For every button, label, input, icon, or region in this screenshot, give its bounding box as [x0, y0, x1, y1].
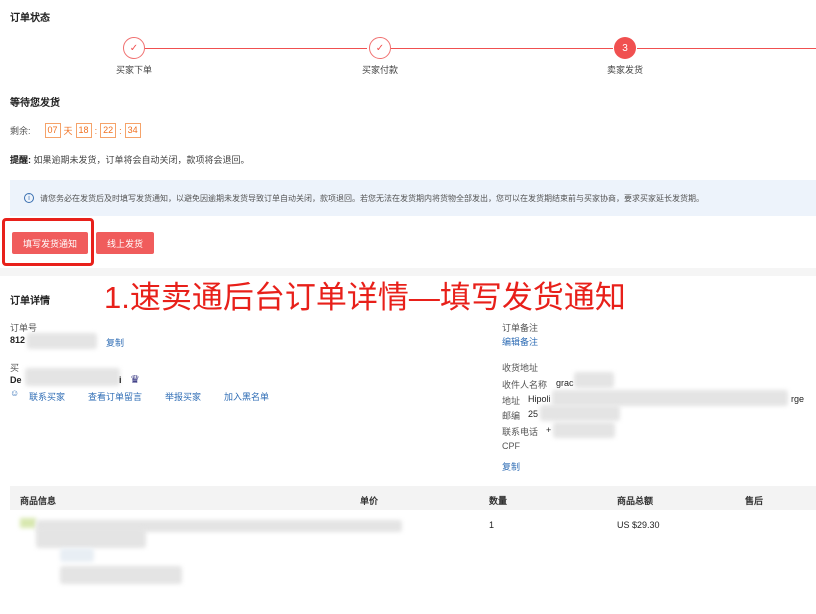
- waiting-title: 等待您发货: [10, 98, 60, 109]
- redacted-zip: [540, 405, 620, 421]
- row-quantity: 1: [489, 520, 495, 530]
- countdown-sep: :: [94, 125, 98, 136]
- step-3-number: 3: [614, 37, 636, 59]
- address-label: 地址: [502, 396, 521, 406]
- report-buyer-link[interactable]: 举报买家: [165, 390, 201, 403]
- phone-value: +: [546, 425, 552, 435]
- redacted-product-sku: [60, 566, 182, 584]
- address-suffix: rge: [791, 394, 805, 404]
- remaining-label: 剩余:: [10, 126, 31, 136]
- buyer-name: De: [10, 375, 22, 385]
- product-thumbnail: [20, 518, 36, 528]
- step-line-3: [637, 48, 816, 49]
- recipient-value: grac: [556, 378, 574, 388]
- step-1-check-icon: ✓: [123, 37, 145, 59]
- view-order-message-link[interactable]: 查看订单留言: [88, 390, 142, 403]
- remark-label: 订单备注: [502, 323, 539, 333]
- notice-text: 请您务必在发货后及时填写发货通知，以避免因逾期未发货导致订单自动关闭，款项退回。…: [40, 193, 704, 203]
- address-title: 收货地址: [502, 363, 539, 373]
- order-detail-card: [0, 276, 816, 614]
- cpf-label: CPF: [502, 441, 520, 451]
- copy-order-no-link[interactable]: 复制: [106, 336, 124, 349]
- col-quantity: 数量: [489, 496, 508, 506]
- step-3-label: 卖家发货: [606, 65, 643, 75]
- redacted-product-line2: [36, 528, 146, 548]
- row-total: US $29.30: [617, 520, 660, 530]
- countdown: 剩余: 07 天 18 : 22 : 34: [10, 123, 141, 138]
- redacted-recipient: [574, 372, 614, 388]
- order-no-value: 812: [10, 335, 26, 345]
- countdown-hours: 18: [75, 123, 92, 138]
- countdown-minutes: 22: [100, 123, 117, 138]
- notice-banner: i 请您务必在发货后及时填写发货通知，以避免因逾期未发货导致订单自动关闭，款项退…: [10, 180, 816, 216]
- order-status-title: 订单状态: [10, 13, 50, 24]
- redacted-address: [552, 390, 788, 406]
- zip-value: 25: [528, 409, 539, 419]
- annotation-caption: 1.速卖通后台订单详情—填写发货通知: [104, 280, 626, 315]
- step-2-label: 买家付款: [361, 65, 398, 75]
- step-1-label: 买家下单: [115, 65, 152, 75]
- col-unit-price: 单价: [360, 496, 379, 506]
- step-line-2: [391, 48, 613, 49]
- redacted-phone: [553, 422, 615, 438]
- step-2-check-icon: ✓: [369, 37, 391, 59]
- col-product-info: 商品信息: [20, 496, 57, 506]
- phone-label: 联系电话: [502, 427, 539, 437]
- countdown-days: 07: [44, 123, 61, 138]
- col-after-sales: 售后: [745, 496, 764, 506]
- crown-icon: ♛: [130, 374, 140, 386]
- buyer-name-suffix: i: [119, 375, 122, 385]
- reminder: 提醒: 如果逾期未发货，订单将会自动关闭，款项将会退回。: [10, 153, 250, 166]
- zip-label: 邮编: [502, 411, 521, 421]
- countdown-day-unit: 天: [63, 126, 73, 136]
- countdown-seconds: 34: [124, 123, 141, 138]
- reminder-text: 如果逾期未发货，订单将会自动关闭，款项将会退回。: [33, 155, 250, 165]
- edit-remark-link[interactable]: 编辑备注: [502, 335, 538, 348]
- redacted-product-tag: [60, 548, 94, 562]
- buyer-label: 买: [10, 363, 20, 373]
- add-blacklist-link[interactable]: 加入黑名单: [224, 390, 269, 403]
- highlight-box: [2, 218, 94, 266]
- chat-icon: ☺: [10, 388, 20, 398]
- countdown-sep: :: [119, 125, 122, 136]
- col-total: 商品总额: [617, 496, 654, 506]
- address-value: Hipoli: [528, 394, 551, 404]
- info-icon: i: [24, 193, 34, 203]
- table-header: [10, 486, 816, 510]
- step-line-1: [145, 48, 367, 49]
- order-status-card: 订单状态 ✓ 买家下单 ✓ 买家付款 3 卖家发货 等待您发货 剩余: 07 天…: [0, 0, 816, 268]
- contact-buyer-link[interactable]: 联系买家: [29, 390, 65, 403]
- recipient-label: 收件人名称: [502, 380, 548, 390]
- reminder-label: 提醒:: [10, 155, 31, 165]
- redacted-order-no: [27, 333, 97, 349]
- online-shipping-button[interactable]: 线上发货: [96, 232, 154, 254]
- redacted-buyer: [25, 368, 120, 386]
- order-detail-title: 订单详情: [10, 296, 50, 307]
- copy-address-link[interactable]: 复制: [502, 460, 520, 473]
